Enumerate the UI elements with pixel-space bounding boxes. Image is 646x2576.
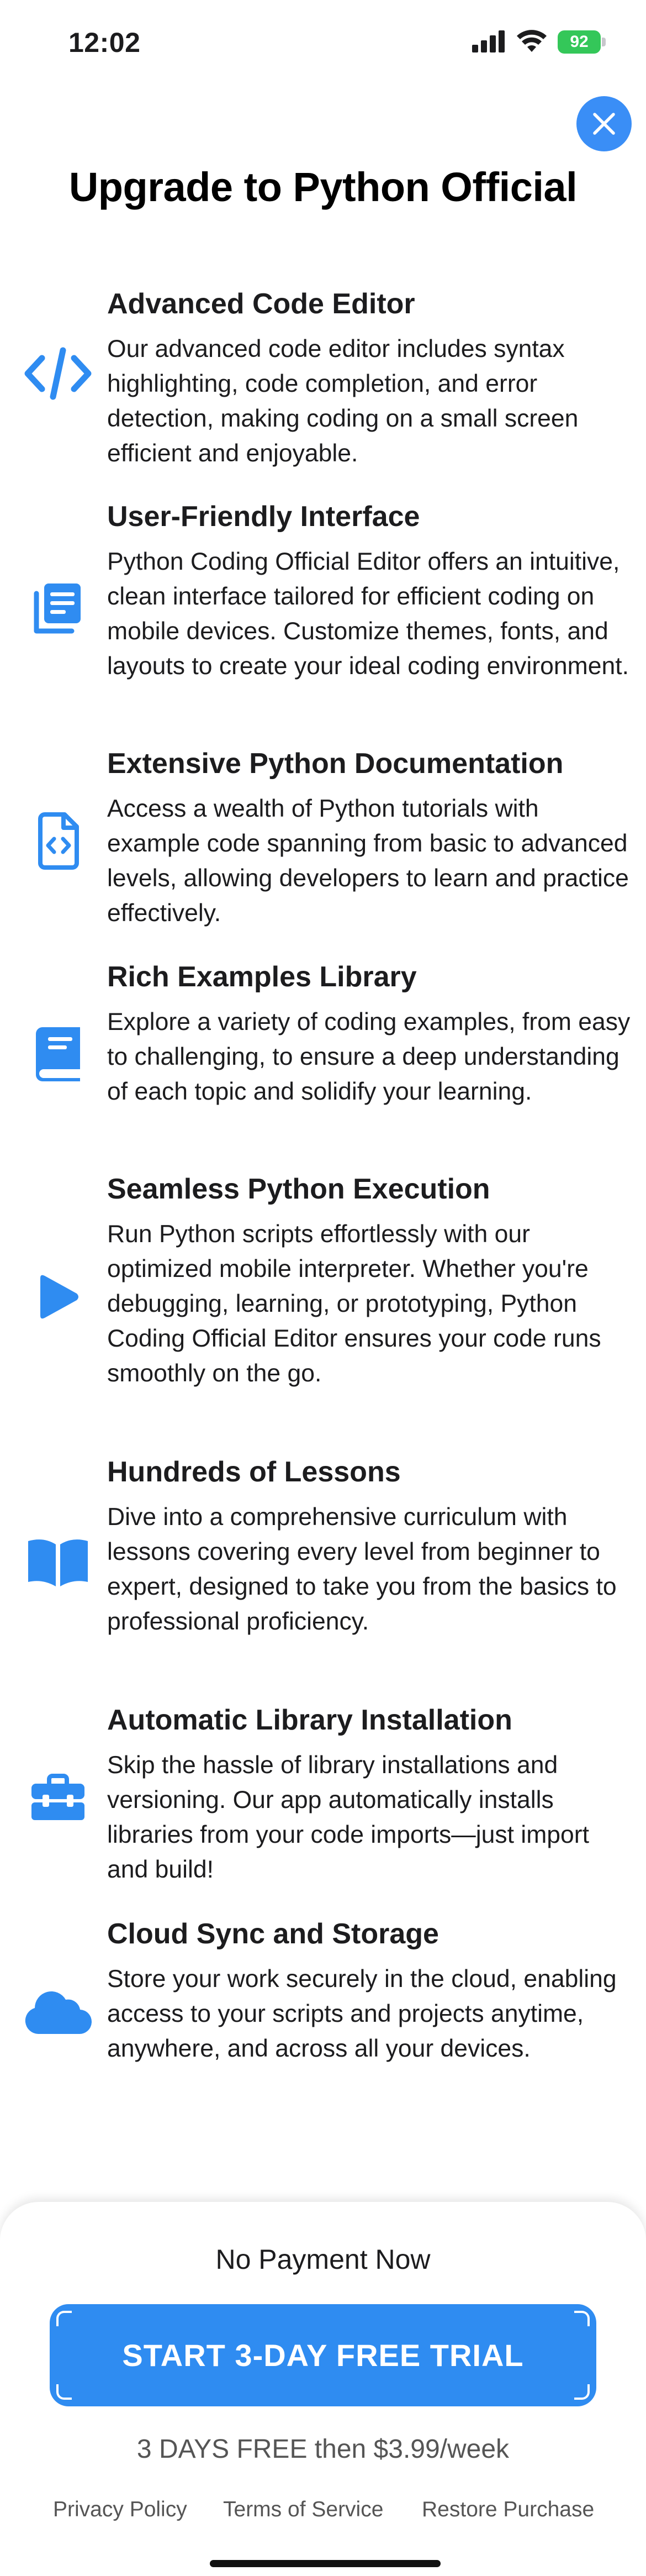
trial-button-label: START 3-DAY FREE TRIAL	[122, 2338, 524, 2373]
feature-title: User-Friendly Interface	[107, 501, 420, 533]
feature-description: Skip the hassle of library installations…	[107, 1752, 589, 1883]
paywall-sheet: No Payment Now START 3-DAY FREE TRIAL 3 …	[0, 2202, 646, 2576]
feature-python-documentation: Extensive Python Documentation Access a …	[0, 747, 646, 935]
cellular-signal-icon	[472, 30, 505, 52]
code-file-icon	[22, 808, 94, 874]
book-icon	[22, 1021, 94, 1087]
frame-corner	[574, 2384, 590, 2400]
close-icon	[593, 113, 615, 135]
feature-automatic-library-installation: Automatic Library Installation Skip the …	[0, 1704, 646, 1891]
battery-indicator: 92	[558, 30, 606, 54]
status-time: 12:02	[68, 27, 141, 58]
feature-title: Advanced Code Editor	[107, 288, 415, 320]
feature-cloud-sync-storage: Cloud Sync and Storage Store your work s…	[0, 1917, 646, 2105]
close-button[interactable]	[576, 96, 632, 151]
battery-cap	[602, 38, 606, 46]
feature-seamless-python-execution: Seamless Python Execution Run Python scr…	[0, 1173, 646, 1427]
cloud-icon	[22, 1978, 94, 2044]
feature-title: Rich Examples Library	[107, 961, 417, 993]
feature-description: Python Coding Official Editor offers an …	[107, 548, 629, 680]
interface-icon	[22, 575, 94, 641]
page-title: Upgrade to Python Official	[68, 164, 578, 210]
price-note: 3 DAYS FREE then $3.99/week	[136, 2435, 510, 2464]
start-free-trial-button[interactable]: START 3-DAY FREE TRIAL	[50, 2304, 596, 2406]
frame-corner	[56, 2311, 72, 2326]
terms-of-service-link[interactable]: Terms of Service	[223, 2498, 383, 2522]
battery-level: 92	[558, 30, 601, 54]
wifi-icon	[517, 30, 547, 52]
feature-description: Explore a variety of coding examples, fr…	[107, 1008, 631, 1105]
status-bar: 12:02 92	[0, 0, 646, 83]
feature-description: Access a wealth of Python tutorials with…	[107, 795, 629, 927]
feature-description: Our advanced code editor includes syntax…	[107, 335, 579, 467]
restore-purchase-link[interactable]: Restore Purchase	[422, 2498, 594, 2522]
frame-corner	[574, 2311, 590, 2326]
code-icon	[22, 340, 94, 407]
toolbox-icon	[22, 1764, 94, 1831]
feature-title: Seamless Python Execution	[107, 1173, 490, 1205]
no-payment-label: No Payment Now	[215, 2244, 431, 2275]
feature-description: Store your work securely in the cloud, e…	[107, 1965, 617, 2062]
feature-user-friendly-interface: User-Friendly Interface Python Coding Of…	[0, 500, 646, 721]
feature-hundreds-of-lessons: Hundreds of Lessons Dive into a comprehe…	[0, 1455, 646, 1676]
home-indicator	[210, 2560, 441, 2567]
feature-description: Dive into a comprehensive curriculum wit…	[107, 1503, 617, 1635]
privacy-policy-link[interactable]: Privacy Policy	[53, 2498, 187, 2522]
feature-title: Cloud Sync and Storage	[107, 1918, 439, 1950]
play-icon	[22, 1264, 94, 1330]
feature-description: Run Python scripts effortlessly with our…	[107, 1221, 601, 1387]
feature-title: Automatic Library Installation	[107, 1704, 512, 1736]
feature-advanced-code-editor: Advanced Code Editor Our advanced code e…	[0, 287, 646, 470]
feature-title: Extensive Python Documentation	[107, 748, 564, 780]
frame-corner	[56, 2384, 72, 2400]
feature-rich-examples-library: Rich Examples Library Explore a variety …	[0, 960, 646, 1148]
feature-title: Hundreds of Lessons	[107, 1456, 401, 1488]
open-book-icon	[22, 1530, 94, 1596]
